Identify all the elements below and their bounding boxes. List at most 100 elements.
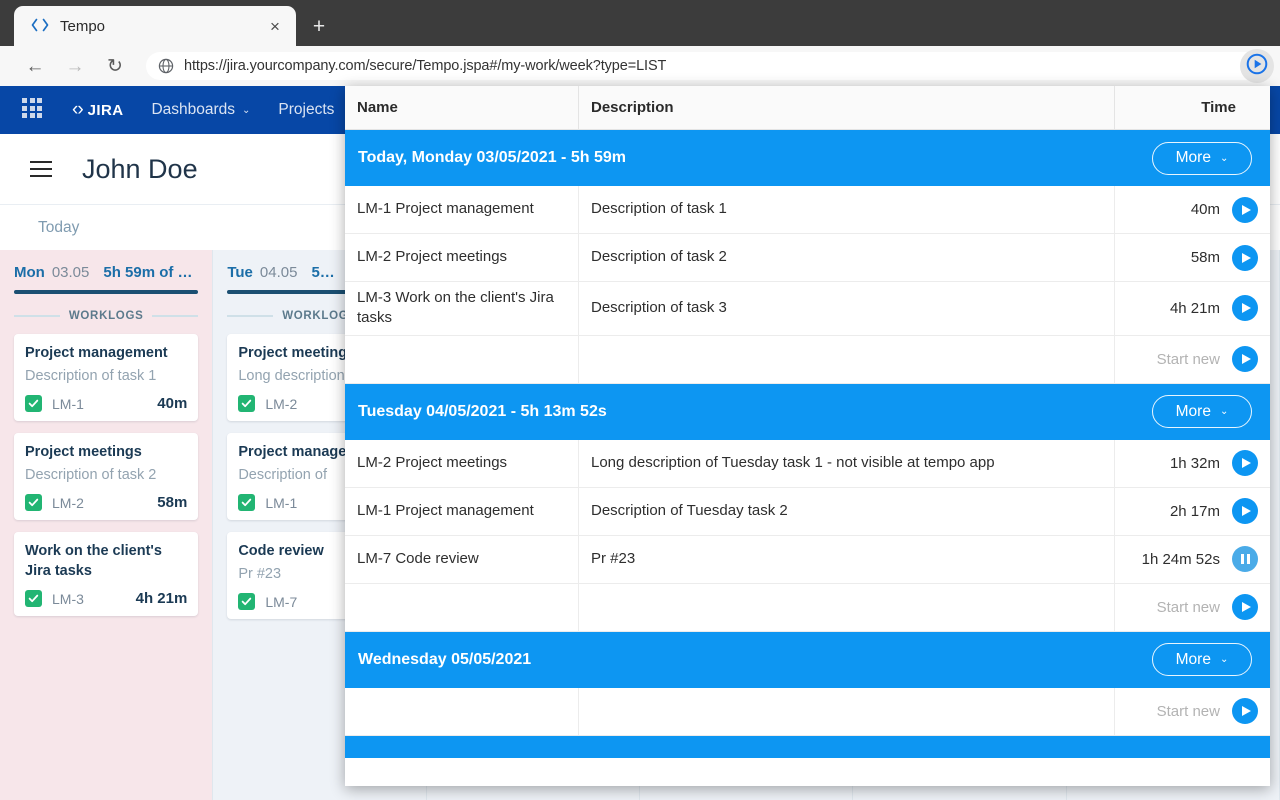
- more-button[interactable]: More⌄: [1152, 142, 1252, 175]
- issue-key[interactable]: LM-3: [52, 591, 84, 607]
- worklog-footer: LM-3 4h 21m: [25, 590, 187, 607]
- new-tab-button[interactable]: +: [306, 13, 332, 39]
- entry-time: 1h 32m: [1170, 455, 1220, 472]
- browser-toolbar: ← → ↻ https://jira.yourcompany.com/secur…: [0, 46, 1280, 86]
- browser-tab-tempo[interactable]: Tempo ×: [14, 6, 296, 46]
- check-icon[interactable]: [238, 593, 255, 610]
- entry-time: 58m: [1191, 249, 1220, 266]
- table-row[interactable]: LM-1 Project managementDescription of Tu…: [345, 488, 1270, 536]
- table-row[interactable]: LM-7 Code reviewPr #231h 24m 52s: [345, 536, 1270, 584]
- day-total: 5h 59m of …: [103, 264, 192, 281]
- more-label: More: [1176, 651, 1211, 669]
- play-icon: [1242, 253, 1251, 263]
- entry-time-cell: Start new: [1115, 336, 1270, 383]
- worklog-card[interactable]: Work on the client's Jira tasksLM-34h 21…: [14, 532, 198, 616]
- tab-title: Tempo: [60, 18, 264, 35]
- day-group-title: Tuesday 04/05/2021 - 5h 13m 52s: [358, 403, 607, 421]
- nav-item-label: Dashboards: [151, 101, 235, 119]
- more-button[interactable]: More ⌄: [1152, 643, 1252, 676]
- table-row[interactable]: LM-2 Project meetingsLong description of…: [345, 440, 1270, 488]
- entry-name: LM-1 Project management: [345, 186, 579, 233]
- reload-icon[interactable]: ↻: [98, 49, 132, 83]
- day-column-mon: Mon 03.05 5h 59m of … WORKLOGS Project manag…: [0, 250, 213, 800]
- worklog-card[interactable]: Project managementDescription of task 1L…: [14, 334, 198, 421]
- pause-button[interactable]: [1232, 546, 1258, 572]
- close-icon[interactable]: ×: [264, 15, 286, 37]
- jira-logo-chevron-icon: ‹›: [72, 99, 83, 121]
- day-progress-bar: [14, 290, 198, 294]
- tab-strip: Tempo × +: [0, 0, 1280, 46]
- hamburger-icon[interactable]: [30, 161, 52, 177]
- chevron-down-icon: ⌄: [1220, 153, 1228, 164]
- nav-item-projects[interactable]: Projects: [278, 101, 334, 119]
- worklog-card[interactable]: Project meetingsDescription of task 2LM-…: [14, 433, 198, 520]
- issue-key[interactable]: LM-2: [52, 495, 84, 511]
- check-icon[interactable]: [25, 494, 42, 511]
- jira-logo[interactable]: ‹› JIRA: [72, 99, 123, 121]
- check-icon[interactable]: [238, 395, 255, 412]
- entry-time-cell: 2h 17m: [1115, 488, 1270, 535]
- play-button[interactable]: [1232, 197, 1258, 223]
- start-new-row[interactable]: Start new: [345, 584, 1270, 632]
- day-total: 5…: [311, 264, 334, 281]
- more-button[interactable]: More⌄: [1152, 395, 1252, 428]
- day-group-title: Wednesday 05/05/2021: [358, 651, 531, 669]
- entry-time: Start new: [1157, 703, 1220, 720]
- check-icon[interactable]: [25, 395, 42, 412]
- today-label[interactable]: Today: [38, 219, 79, 237]
- nav-item-dashboards[interactable]: Dashboards ⌄: [151, 101, 250, 119]
- start-new-row[interactable]: Start new: [345, 688, 1270, 736]
- check-icon[interactable]: [238, 494, 255, 511]
- chevron-down-icon: ⌄: [1220, 406, 1228, 417]
- start-new-row[interactable]: Start new: [345, 336, 1270, 384]
- day-date: 03.05: [52, 264, 90, 281]
- page-title: John Doe: [82, 154, 198, 185]
- entry-name: LM-2 Project meetings: [345, 440, 579, 487]
- entry-time: 2h 17m: [1170, 503, 1220, 520]
- play-button[interactable]: [1232, 698, 1258, 724]
- play-button[interactable]: [1232, 295, 1258, 321]
- pause-icon: [1241, 554, 1250, 564]
- play-button[interactable]: [1232, 594, 1258, 620]
- chevron-down-icon: ⌄: [1220, 654, 1228, 665]
- table-row[interactable]: LM-3 Work on the client's Jira tasksDesc…: [345, 282, 1270, 336]
- play-button[interactable]: [1232, 245, 1258, 271]
- play-icon: [1242, 205, 1251, 215]
- url-text: https://jira.yourcompany.com/secure/Temp…: [184, 58, 666, 74]
- play-icon: [1242, 706, 1251, 716]
- day-column-header[interactable]: Mon 03.05 5h 59m of …: [14, 264, 198, 281]
- globe-icon: [158, 58, 174, 74]
- entry-time-cell: 1h 32m: [1115, 440, 1270, 487]
- worklog-duration: 4h 21m: [136, 590, 188, 607]
- play-button[interactable]: [1232, 498, 1258, 524]
- nav-item-label: Projects: [278, 101, 334, 119]
- tempo-extension-button[interactable]: [1240, 49, 1274, 83]
- overlay-table-header: Name Description Time: [345, 86, 1270, 130]
- address-bar[interactable]: https://jira.yourcompany.com/secure/Temp…: [146, 52, 1268, 80]
- back-icon[interactable]: ←: [18, 49, 52, 83]
- issue-key[interactable]: LM-2: [265, 396, 297, 412]
- entry-description: Description of Tuesday task 2: [579, 488, 1115, 535]
- column-header-description: Description: [591, 99, 674, 116]
- forward-icon[interactable]: →: [58, 49, 92, 83]
- issue-key[interactable]: LM-1: [265, 495, 297, 511]
- play-icon: [1242, 506, 1251, 516]
- table-row[interactable]: LM-2 Project meetingsDescription of task…: [345, 234, 1270, 282]
- play-icon: [1242, 602, 1251, 612]
- play-button[interactable]: [1232, 346, 1258, 372]
- entry-description: Description of task 2: [579, 234, 1115, 281]
- table-row[interactable]: LM-1 Project managementDescription of ta…: [345, 186, 1270, 234]
- issue-key[interactable]: LM-7: [265, 594, 297, 610]
- worklogs-label: WORKLOGS: [69, 310, 144, 322]
- app-switcher-icon[interactable]: [22, 98, 46, 122]
- play-icon: [1242, 354, 1251, 364]
- issue-key[interactable]: LM-1: [52, 396, 84, 412]
- play-circle-icon: [1246, 53, 1268, 80]
- check-icon[interactable]: [25, 590, 42, 607]
- entry-time-cell: 58m: [1115, 234, 1270, 281]
- play-button[interactable]: [1232, 450, 1258, 476]
- day-name: Mon: [14, 264, 45, 281]
- entry-time: Start new: [1157, 351, 1220, 368]
- next-day-group-partial: [345, 736, 1270, 758]
- worklog-title: Project meetings: [25, 443, 187, 463]
